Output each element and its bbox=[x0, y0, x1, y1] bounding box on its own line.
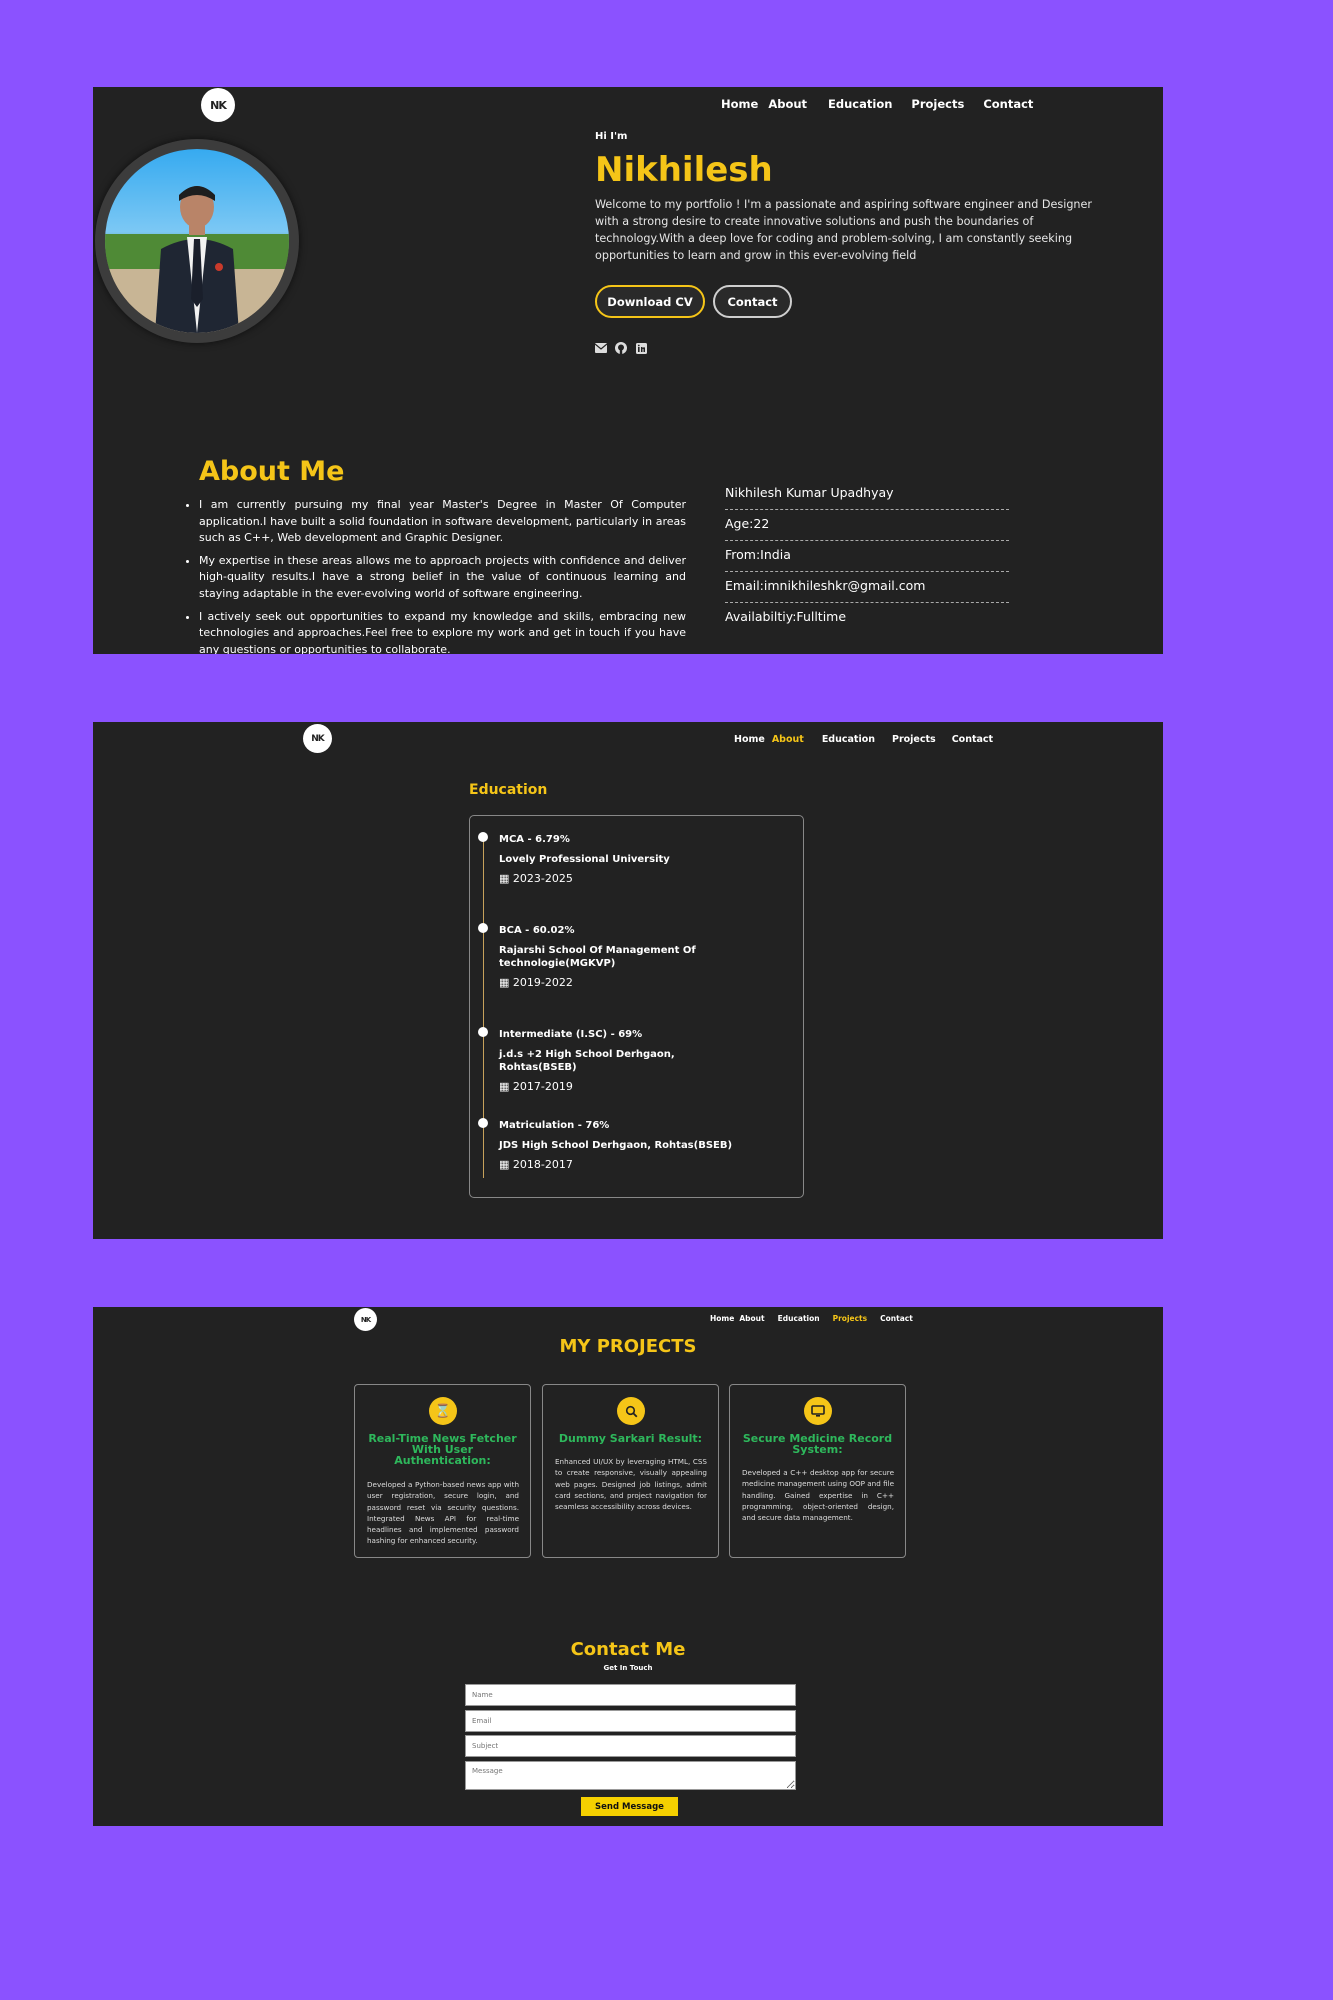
education-years: 2018-2017 bbox=[512, 1158, 573, 1171]
calendar-icon: ▦ bbox=[499, 1158, 513, 1171]
hero-name: Nikhilesh bbox=[595, 150, 773, 190]
main-nav: Home About Education Projects Contact bbox=[734, 734, 993, 745]
calendar-icon: ▦ bbox=[499, 1080, 513, 1093]
calendar-icon: ▦ bbox=[499, 872, 513, 885]
info-availability: Availabiltiy:Fulltime bbox=[725, 609, 847, 624]
projects-section: NK Home About Education Projects Contact… bbox=[93, 1307, 1163, 1826]
nav-education[interactable]: Education bbox=[778, 1314, 820, 1323]
nav-projects[interactable]: Projects bbox=[833, 1314, 868, 1323]
education-years-row: ▦ 2023-2025 bbox=[499, 872, 749, 885]
education-item: BCA - 60.02% Rajarshi School Of Manageme… bbox=[499, 925, 749, 989]
about-paragraph: I am currently pursuing my final year Ma… bbox=[199, 497, 686, 547]
about-title: About Me bbox=[199, 456, 345, 487]
main-nav: Home About Education Projects Contact bbox=[721, 97, 1033, 111]
subject-field[interactable] bbox=[465, 1735, 796, 1757]
education-degree: MCA - 6.79% bbox=[499, 834, 570, 845]
education-timeline: MCA - 6.79% Lovely Professional Universi… bbox=[469, 815, 804, 1198]
contact-subtitle: Get In Touch bbox=[603, 1664, 653, 1672]
education-degree: Intermediate (I.SC) - 69% bbox=[499, 1029, 643, 1040]
education-title: Education bbox=[469, 782, 548, 798]
education-item: MCA - 6.79% Lovely Professional Universi… bbox=[499, 834, 749, 885]
education-degree: BCA - 60.02% bbox=[499, 925, 575, 936]
about-paragraph: My expertise in these areas allows me to… bbox=[199, 553, 686, 603]
education-years: 2017-2019 bbox=[512, 1080, 573, 1093]
about-paragraph: I actively seek out opportunities to exp… bbox=[199, 609, 686, 654]
nav-education[interactable]: Education bbox=[822, 734, 875, 745]
nav-home[interactable]: Home bbox=[721, 97, 758, 111]
nav-about[interactable]: About bbox=[768, 97, 807, 111]
timeline-dot bbox=[478, 1027, 488, 1037]
nav-home[interactable]: Home bbox=[734, 734, 765, 745]
nav-home[interactable]: Home bbox=[710, 1314, 734, 1323]
send-message-button[interactable]: Send Message bbox=[581, 1797, 678, 1816]
personal-info: Nikhilesh Kumar Upadhyay Age:22 From:Ind… bbox=[725, 479, 1009, 634]
nav-education[interactable]: Education bbox=[828, 97, 892, 111]
education-degree: Matriculation - 76% bbox=[499, 1120, 610, 1131]
linkedin-icon[interactable] bbox=[635, 342, 647, 354]
profile-photo bbox=[105, 149, 289, 333]
education-years-row: ▦ 2017-2019 bbox=[499, 1080, 749, 1093]
project-description: Developed a Python-based news app with u… bbox=[367, 1480, 519, 1546]
calendar-icon: ▦ bbox=[499, 976, 513, 989]
github-icon[interactable] bbox=[615, 342, 627, 354]
site-logo[interactable]: NK bbox=[354, 1308, 377, 1331]
monitor-icon bbox=[804, 1397, 832, 1425]
nav-contact[interactable]: Contact bbox=[952, 734, 993, 745]
timeline-dot bbox=[478, 832, 488, 842]
nav-about[interactable]: About bbox=[772, 734, 804, 745]
envelope-icon[interactable] bbox=[595, 342, 607, 354]
education-school: j.d.s +2 High School Derhgaon, Rohtas(BS… bbox=[499, 1049, 675, 1073]
education-years: 2023-2025 bbox=[512, 872, 573, 885]
nav-contact[interactable]: Contact bbox=[880, 1314, 913, 1323]
profile-photo-frame bbox=[95, 139, 299, 343]
project-description: Enhanced UI/UX by leveraging HTML, CSS t… bbox=[555, 1457, 707, 1512]
about-list: I am currently pursuing my final year Ma… bbox=[199, 497, 686, 654]
projects-title: MY PROJECTS bbox=[559, 1336, 697, 1357]
contact-title: Contact Me bbox=[570, 1639, 686, 1660]
site-logo[interactable]: NK bbox=[303, 724, 332, 753]
nav-about[interactable]: About bbox=[739, 1314, 764, 1323]
info-age: Age:22 bbox=[725, 510, 1009, 541]
education-years: 2019-2022 bbox=[512, 976, 573, 989]
education-school: Lovely Professional University bbox=[499, 854, 670, 865]
greeting: Hi I'm bbox=[595, 131, 628, 142]
hero-section: NK Home About Education Projects Contact… bbox=[93, 87, 1163, 654]
contact-button[interactable]: Contact bbox=[713, 285, 792, 318]
nav-projects[interactable]: Projects bbox=[911, 97, 964, 111]
education-section: NK Home About Education Projects Contact… bbox=[93, 722, 1163, 1239]
nav-projects[interactable]: Projects bbox=[892, 734, 936, 745]
name-field[interactable] bbox=[465, 1684, 796, 1706]
timeline-dot bbox=[478, 923, 488, 933]
project-description: Developed a C++ desktop app for secure m… bbox=[742, 1468, 895, 1523]
site-logo[interactable]: NK bbox=[201, 88, 235, 122]
info-name: Nikhilesh Kumar Upadhyay bbox=[725, 479, 1009, 510]
email-field[interactable] bbox=[465, 1710, 796, 1732]
nav-contact[interactable]: Contact bbox=[983, 97, 1033, 111]
main-nav: Home About Education Projects Contact bbox=[710, 1314, 913, 1323]
education-years-row: ▦ 2019-2022 bbox=[499, 976, 749, 989]
project-title: Dummy Sarkari Result: bbox=[558, 1432, 703, 1445]
education-item: Intermediate (I.SC) - 69% j.d.s +2 High … bbox=[499, 1029, 749, 1093]
info-from: From:India bbox=[725, 541, 1009, 572]
timeline-dot bbox=[478, 1118, 488, 1128]
project-card[interactable]: Secure Medicine Record System: Developed… bbox=[729, 1384, 906, 1558]
hourglass-icon: ⌛ bbox=[429, 1397, 457, 1425]
education-years-row: ▦ 2018-2017 bbox=[499, 1158, 749, 1171]
search-icon bbox=[617, 1397, 645, 1425]
download-cv-button[interactable]: Download CV bbox=[595, 285, 705, 318]
project-title: Real-Time News Fetcher With User Authent… bbox=[368, 1432, 517, 1467]
education-item: Matriculation - 76% JDS High School Derh… bbox=[499, 1120, 749, 1171]
project-card[interactable]: Dummy Sarkari Result: Enhanced UI/UX by … bbox=[542, 1384, 719, 1558]
message-field[interactable] bbox=[465, 1761, 796, 1790]
info-email: Email:imnikhileshkr@gmail.com bbox=[725, 572, 1009, 603]
project-title: Secure Medicine Record System: bbox=[742, 1432, 893, 1456]
social-links bbox=[595, 342, 647, 354]
hero-intro: Welcome to my portfolio ! I'm a passiona… bbox=[595, 198, 1093, 262]
education-school: JDS High School Derhgaon, Rohtas(BSEB) bbox=[499, 1140, 733, 1151]
project-card[interactable]: ⌛ Real-Time News Fetcher With User Authe… bbox=[354, 1384, 531, 1558]
education-school: Rajarshi School Of Management Of technol… bbox=[499, 945, 696, 969]
